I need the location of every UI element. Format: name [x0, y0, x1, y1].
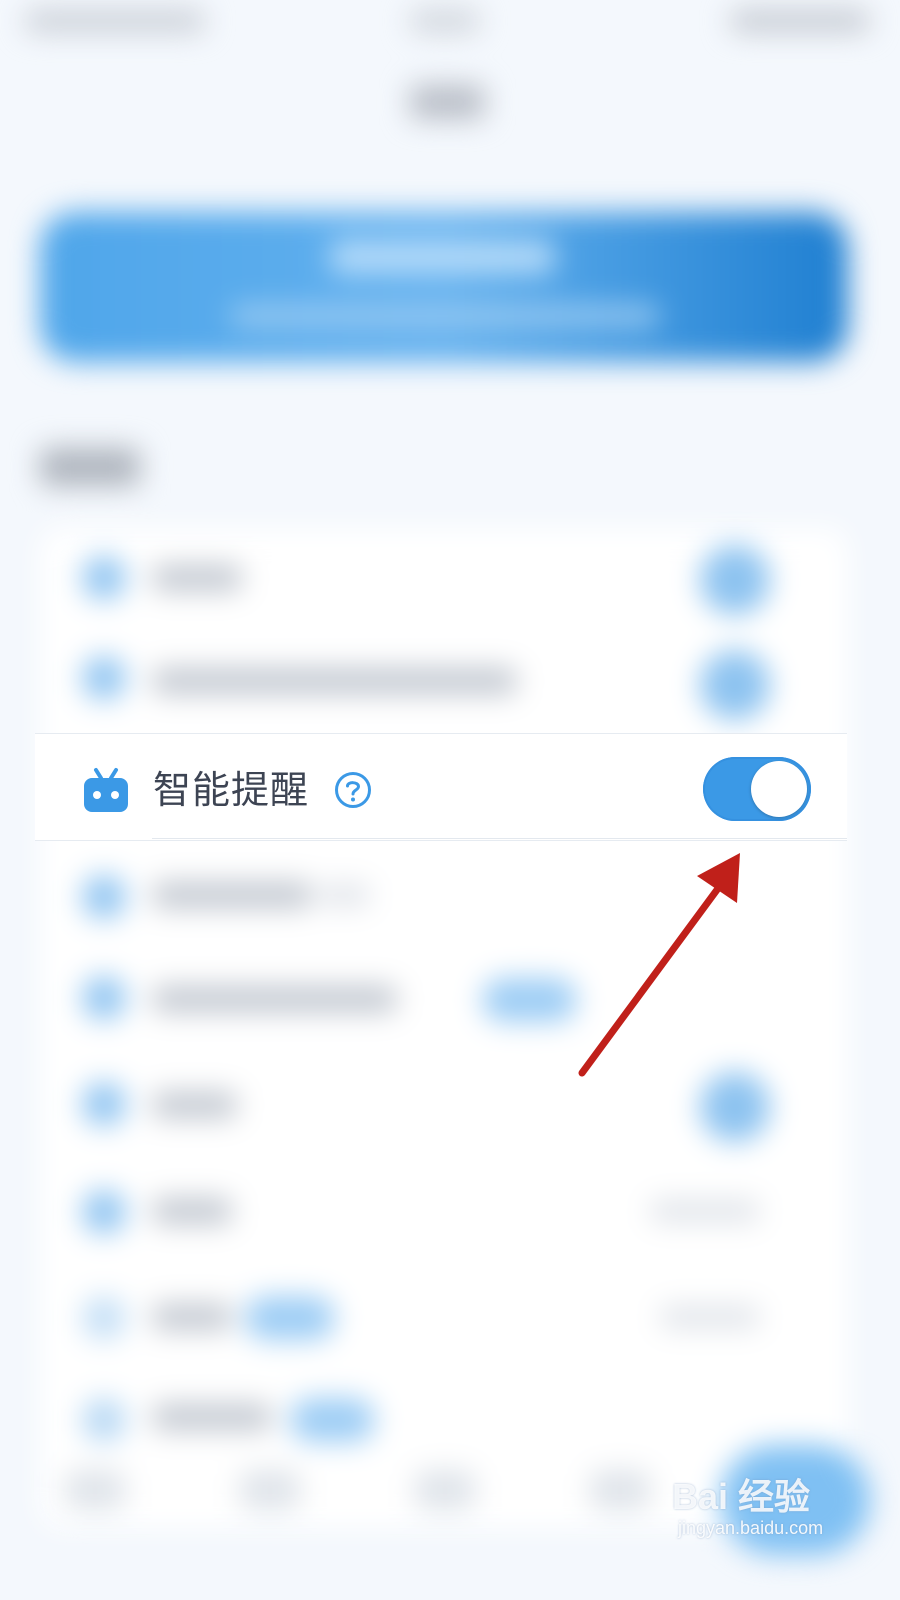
banner-title-blurred: [330, 240, 555, 274]
row-toggle-blurred[interactable]: [700, 545, 770, 615]
banner-subtitle-blurred: [230, 305, 660, 327]
row-icon-blurred: [82, 875, 126, 919]
row-value-blurred: [650, 1200, 760, 1222]
smart-reminder-toggle[interactable]: [703, 757, 811, 821]
top-banner[interactable]: [40, 212, 848, 362]
status-bar-right: [730, 10, 870, 32]
robot-tv-icon: [84, 768, 128, 812]
row-divider: [152, 838, 847, 839]
row-icon-blurred: [82, 976, 126, 1020]
tab-bar-item[interactable]: [590, 1470, 650, 1510]
row-label-blurred: [152, 668, 517, 694]
watermark-brand: Bai 经验: [672, 1476, 811, 1517]
page-title-blurred: [410, 85, 485, 119]
tab-bar-item[interactable]: [415, 1470, 475, 1510]
row-label-blurred: [152, 986, 397, 1012]
watermark-url: jingyan.baidu.com: [678, 1518, 824, 1538]
row-badge-blurred: [245, 1296, 335, 1340]
section-heading-blurred: [40, 448, 140, 486]
row-icon-blurred: [82, 1398, 126, 1442]
tab-bar-item[interactable]: [65, 1470, 125, 1510]
row-badge-blurred: [290, 1398, 375, 1442]
row-label-blurred: [152, 565, 242, 591]
toggle-knob: [751, 761, 807, 817]
row-label-blurred: [152, 882, 312, 908]
row-label-blurred: [152, 1092, 237, 1118]
row-icon-blurred: [82, 1190, 126, 1234]
question-circle-icon[interactable]: [334, 771, 372, 809]
smart-reminder-label: 智能提醒: [153, 768, 310, 812]
row-extra-blurred: [320, 884, 370, 906]
status-bar-left: [25, 10, 205, 32]
tab-bar-item[interactable]: [240, 1470, 300, 1510]
row-icon-blurred: [82, 556, 126, 600]
baidu-jingyan-watermark: Bai 经验 jingyan.baidu.com: [672, 1468, 842, 1552]
row-toggle-blurred[interactable]: [700, 650, 770, 720]
row-label-blurred: [152, 1404, 272, 1430]
row-value-blurred: [660, 1306, 760, 1328]
row-label-blurred: [152, 1304, 232, 1330]
red-arrow-annotation: [578, 853, 740, 1077]
row-label-blurred: [152, 1198, 232, 1224]
row-icon-blurred: [82, 656, 126, 700]
row-icon-blurred: [82, 1296, 126, 1340]
status-bar-center: [410, 10, 480, 32]
row-icon-blurred: [82, 1082, 126, 1126]
